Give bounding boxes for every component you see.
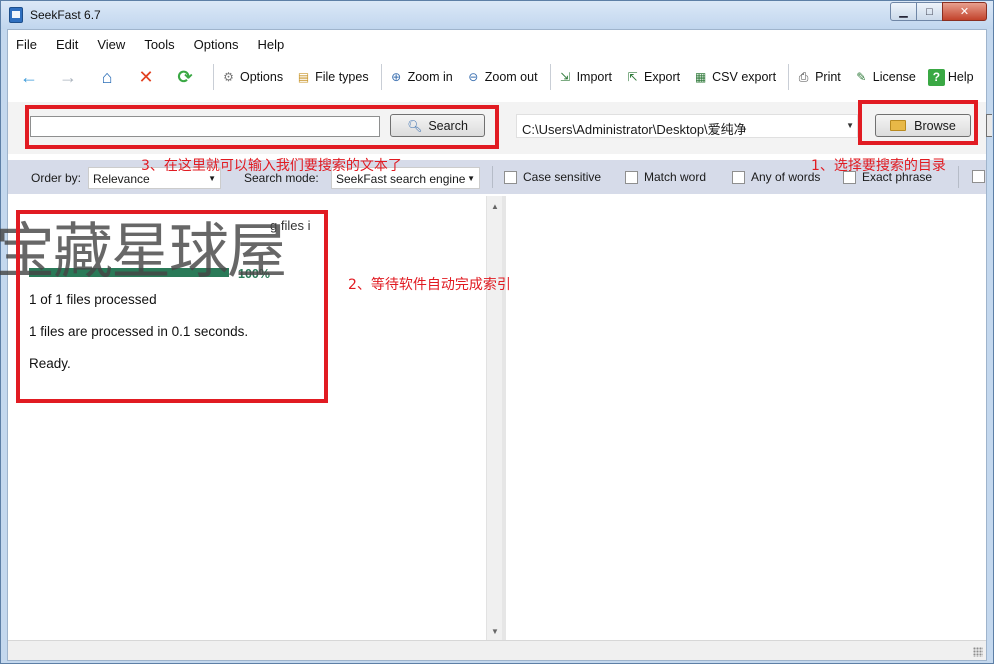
toolbar-separator bbox=[549, 64, 551, 90]
menu-tools[interactable]: Tools bbox=[144, 37, 174, 52]
app-window: SeekFast 6.7 ▁ □ ✕ File Edit View Tools … bbox=[0, 0, 994, 664]
directory-path-value: C:\Users\Administrator\Desktop\爱纯净 bbox=[522, 122, 747, 137]
chevron-down-icon: ▼ bbox=[846, 121, 854, 130]
print-icon: ⎙ bbox=[798, 69, 809, 84]
toolbar-separator bbox=[380, 64, 382, 90]
match-word-checkbox[interactable]: Match word bbox=[625, 170, 706, 184]
menu-view[interactable]: View bbox=[97, 37, 125, 52]
annotation-box-progress bbox=[16, 210, 328, 403]
home-icon: ⌂ bbox=[101, 66, 113, 87]
scroll-down-icon: ▼ bbox=[491, 627, 499, 636]
any-of-words-checkbox[interactable]: Any of words bbox=[732, 170, 820, 184]
home-button[interactable]: ⌂ bbox=[96, 66, 118, 88]
order-by-label: Order by: bbox=[31, 171, 82, 185]
print-button[interactable]: ⎙ Print bbox=[795, 69, 841, 86]
license-icon: ✎ bbox=[856, 70, 867, 84]
case-sensitive-checkbox[interactable]: Case sensitive bbox=[504, 170, 601, 184]
menu-help[interactable]: Help bbox=[257, 37, 284, 52]
window-title: SeekFast 6.7 bbox=[30, 8, 101, 22]
maximize-icon: □ bbox=[926, 5, 933, 18]
annotation-step2: 2、等待软件自动完成索引 bbox=[348, 277, 511, 293]
back-arrow-icon: ← bbox=[20, 66, 38, 87]
zoom-out-button[interactable]: ⊖ Zoom out bbox=[465, 69, 537, 86]
zoom-in-icon: ⊕ bbox=[391, 70, 402, 84]
toolbar-separator bbox=[788, 64, 790, 90]
app-icon bbox=[9, 7, 23, 23]
options-separator bbox=[492, 166, 493, 188]
refresh-button[interactable]: ⟳ bbox=[174, 66, 196, 88]
scroll-up-icon: ▲ bbox=[491, 202, 499, 211]
extra-button[interactable] bbox=[986, 114, 992, 137]
options-button[interactable]: ⚙ Options bbox=[220, 69, 283, 86]
import-button[interactable]: ⇲ Import bbox=[557, 69, 612, 86]
close-window-button[interactable]: ✕ bbox=[942, 2, 987, 21]
directory-path-combo[interactable]: C:\Users\Administrator\Desktop\爱纯净 ▼ bbox=[516, 114, 858, 138]
gear-icon: ⚙ bbox=[223, 70, 234, 84]
menu-edit[interactable]: Edit bbox=[56, 37, 78, 52]
extra-checkbox[interactable] bbox=[972, 170, 991, 183]
help-icon: ? bbox=[927, 68, 945, 86]
menu-options[interactable]: Options bbox=[194, 37, 239, 52]
minimize-icon: ▁ bbox=[899, 6, 908, 18]
stop-button[interactable]: ✕ bbox=[135, 66, 157, 88]
minimize-button[interactable]: ▁ bbox=[890, 2, 917, 21]
toolbar-separator bbox=[213, 64, 214, 90]
annotation-box-search bbox=[25, 105, 499, 149]
annotation-step3: 3、在这里就可以输入我们要搜索的文本了 bbox=[141, 158, 402, 174]
zoom-out-icon: ⊖ bbox=[468, 70, 479, 84]
resize-grip-icon[interactable] bbox=[973, 647, 983, 657]
back-button[interactable]: ← bbox=[18, 66, 40, 88]
refresh-icon: ⟳ bbox=[177, 66, 193, 87]
license-button[interactable]: ✎ License bbox=[853, 69, 916, 86]
import-icon: ⇲ bbox=[560, 70, 571, 84]
title-bar: SeekFast 6.7 ▁ □ ✕ bbox=[1, 1, 993, 29]
annotation-step1: 1、选择要搜索的目录 bbox=[811, 158, 946, 174]
menu-file[interactable]: File bbox=[16, 37, 37, 52]
csv-export-button[interactable]: ▦ CSV export bbox=[692, 69, 776, 86]
chevron-down-icon: ▼ bbox=[467, 174, 475, 183]
preview-pane bbox=[506, 196, 986, 640]
menu-bar: File Edit View Tools Options Help bbox=[8, 30, 986, 58]
export-icon: ⇱ bbox=[627, 70, 638, 84]
export-button[interactable]: ⇱ Export bbox=[624, 69, 680, 86]
status-bar bbox=[8, 640, 986, 660]
toolbar: ← → ⌂ ✕ ⟳ ⚙ Options ▤ File types ⊕ Zoom in … bbox=[8, 60, 986, 94]
chevron-down-icon: ▼ bbox=[208, 174, 216, 183]
annotation-box-browse bbox=[858, 100, 978, 145]
file-types-button[interactable]: ▤ File types bbox=[295, 69, 369, 86]
csv-export-icon: ▦ bbox=[694, 70, 707, 84]
forward-arrow-icon: → bbox=[59, 66, 77, 87]
zoom-in-button[interactable]: ⊕ Zoom in bbox=[388, 69, 453, 86]
file-types-icon: ▤ bbox=[297, 70, 310, 84]
options-separator bbox=[958, 166, 959, 188]
maximize-button[interactable]: □ bbox=[916, 2, 943, 21]
help-button[interactable]: ? Help bbox=[927, 68, 974, 86]
forward-button[interactable]: → bbox=[57, 66, 79, 88]
stop-icon: ✕ bbox=[138, 66, 154, 87]
close-icon: ✕ bbox=[959, 6, 970, 18]
results-scrollbar[interactable]: ▲ ▼ bbox=[486, 196, 502, 640]
